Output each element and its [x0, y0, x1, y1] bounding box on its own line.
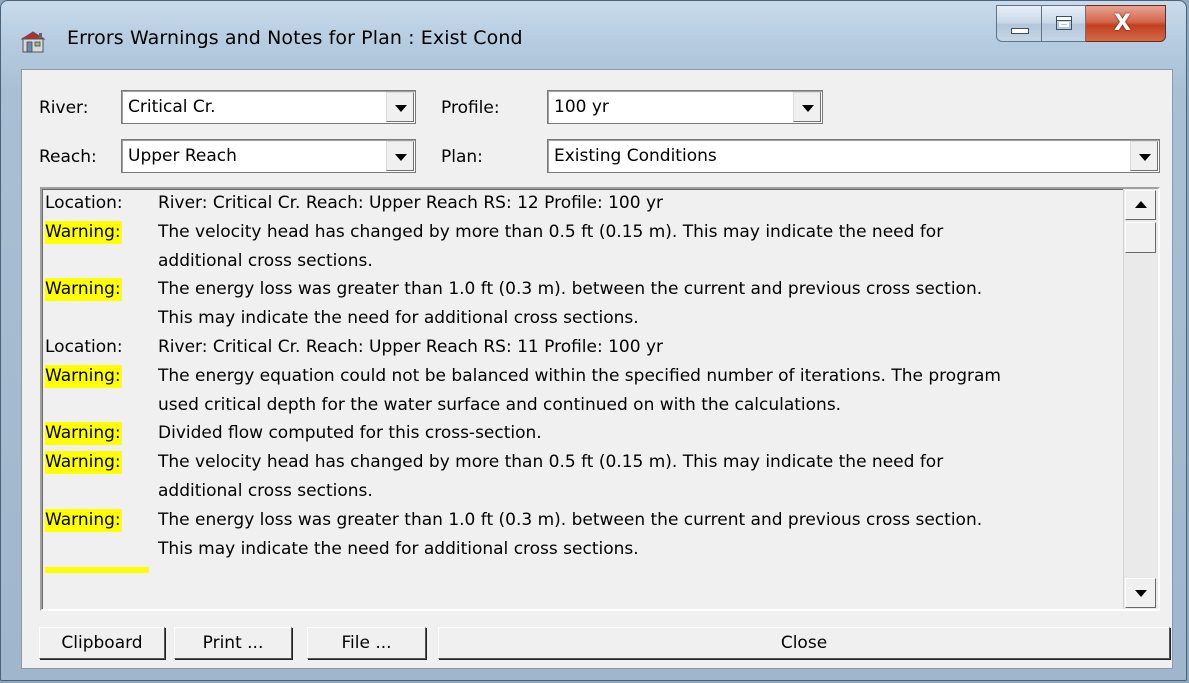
message-text: The velocity head has changed by more th…	[158, 452, 944, 473]
vertical-scrollbar[interactable]	[1123, 189, 1158, 609]
message-text: River: Critical Cr. Reach: Upper Reach R…	[158, 337, 664, 357]
warning-tag-partial	[45, 567, 149, 574]
plan-label: Plan:	[441, 147, 483, 167]
warning-tag: Warning:	[45, 422, 149, 446]
title-bar[interactable]: Errors Warnings and Notes for Plan : Exi…	[1, 1, 1186, 69]
profile-select-value: 100 yr	[554, 97, 609, 117]
scroll-thumb[interactable]	[1125, 222, 1156, 253]
reach-label: Reach:	[39, 147, 97, 167]
message-text: The energy loss was greater than 1.0 ft …	[158, 279, 983, 300]
warning-row[interactable]: Warning: The energy loss was greater than…	[45, 278, 982, 306]
message-text: additional cross sections.	[158, 250, 373, 271]
arrow-down-icon	[1135, 590, 1147, 597]
window-controls: X	[996, 5, 1166, 43]
window-title: Errors Warnings and Notes for Plan : Exi…	[67, 27, 523, 49]
plan-dropdown-button[interactable]	[1130, 141, 1158, 171]
chevron-down-icon	[802, 105, 814, 112]
plan-select-value: Existing Conditions	[554, 146, 717, 166]
location-row[interactable]: Location: River: Critical Cr. Reach: Uppe…	[45, 337, 663, 364]
chevron-down-icon	[395, 105, 407, 112]
tag-label: Warning:	[45, 364, 122, 388]
errors-warnings-window: Errors Warnings and Notes for Plan : Exi…	[0, 0, 1187, 681]
messages-listbox[interactable]: Location: River: Critical Cr. Reach: Uppe…	[40, 187, 1160, 611]
message-text: The energy equation could not be balance…	[158, 365, 1001, 386]
warning-tag: Warning:	[45, 451, 149, 475]
close-button[interactable]: Close	[438, 627, 1170, 659]
app-icon	[21, 31, 46, 53]
reach-select[interactable]: Upper Reach	[121, 139, 416, 173]
warning-tag: Warning:	[45, 364, 149, 388]
message-text: Divided flow computed for this cross-sec…	[158, 423, 542, 444]
tag-label: Location:	[45, 193, 123, 213]
tag-label: Warning:	[45, 422, 122, 446]
tag-label: Location:	[45, 337, 123, 357]
location-tag: Location:	[45, 193, 149, 213]
warning-row[interactable]: Warning: The energy equation could not be…	[45, 364, 1001, 393]
warning-row[interactable]: Warning: The velocity head has changed by…	[45, 451, 943, 479]
plan-select[interactable]: Existing Conditions	[547, 139, 1160, 173]
message-text: This may indicate the need for additiona…	[158, 308, 639, 329]
warning-tag: Warning:	[45, 278, 149, 302]
profile-label: Profile:	[441, 98, 500, 118]
reach-dropdown-button[interactable]	[386, 141, 414, 171]
warning-tag: Warning:	[45, 508, 149, 532]
print-button[interactable]: Print ...	[174, 627, 292, 659]
message-text: The energy loss was greater than 1.0 ft …	[158, 509, 983, 530]
reach-select-value: Upper Reach	[128, 146, 237, 166]
message-text: River: Critical Cr. Reach: Upper Reach R…	[158, 193, 664, 213]
location-row[interactable]: Location: River: Critical Cr. Reach: Uppe…	[45, 193, 663, 220]
river-select[interactable]: Critical Cr.	[121, 90, 416, 124]
tag-label: Warning:	[45, 451, 122, 475]
arrow-up-icon	[1135, 201, 1147, 208]
close-icon: X	[1114, 11, 1131, 36]
river-label: River:	[39, 98, 89, 118]
warning-row[interactable]: Warning: The energy loss was greater than…	[45, 508, 982, 537]
river-select-value: Critical Cr.	[128, 97, 216, 117]
message-text: This may indicate the need for additiona…	[158, 538, 639, 559]
chevron-down-icon	[1139, 154, 1151, 161]
profile-select[interactable]: 100 yr	[547, 90, 823, 124]
chevron-down-icon	[395, 154, 407, 161]
profile-dropdown-button[interactable]	[793, 92, 821, 122]
maximize-icon	[1056, 16, 1072, 30]
dialog-client-area: River: Critical Cr. Profile: 100 yr Reac…	[21, 69, 1173, 669]
location-tag: Location:	[45, 337, 149, 357]
warning-row[interactable]: Warning: Divided flow computed for this c…	[45, 422, 542, 450]
clipboard-button[interactable]: Clipboard	[39, 627, 165, 659]
message-text: used critical depth for the water surfac…	[158, 394, 842, 415]
warning-tag: Warning:	[45, 220, 149, 244]
tag-label: Warning:	[45, 508, 122, 532]
warning-row[interactable]: Warning: The velocity head has changed by…	[45, 220, 943, 249]
tag-label: Warning:	[45, 278, 122, 302]
minimize-button[interactable]	[996, 5, 1042, 42]
scroll-up-button[interactable]	[1125, 190, 1156, 220]
scroll-down-button[interactable]	[1125, 578, 1156, 608]
minimize-icon	[1011, 28, 1029, 34]
maximize-button[interactable]	[1042, 5, 1086, 42]
river-dropdown-button[interactable]	[386, 92, 414, 122]
message-text: additional cross sections.	[158, 481, 373, 501]
tag-label: Warning:	[45, 220, 122, 244]
file-button[interactable]: File ...	[307, 627, 426, 659]
messages-list: Location: River: Critical Cr. Reach: Uppe…	[42, 189, 1124, 609]
message-text: The velocity head has changed by more th…	[158, 221, 944, 242]
close-window-button[interactable]: X	[1086, 5, 1166, 42]
